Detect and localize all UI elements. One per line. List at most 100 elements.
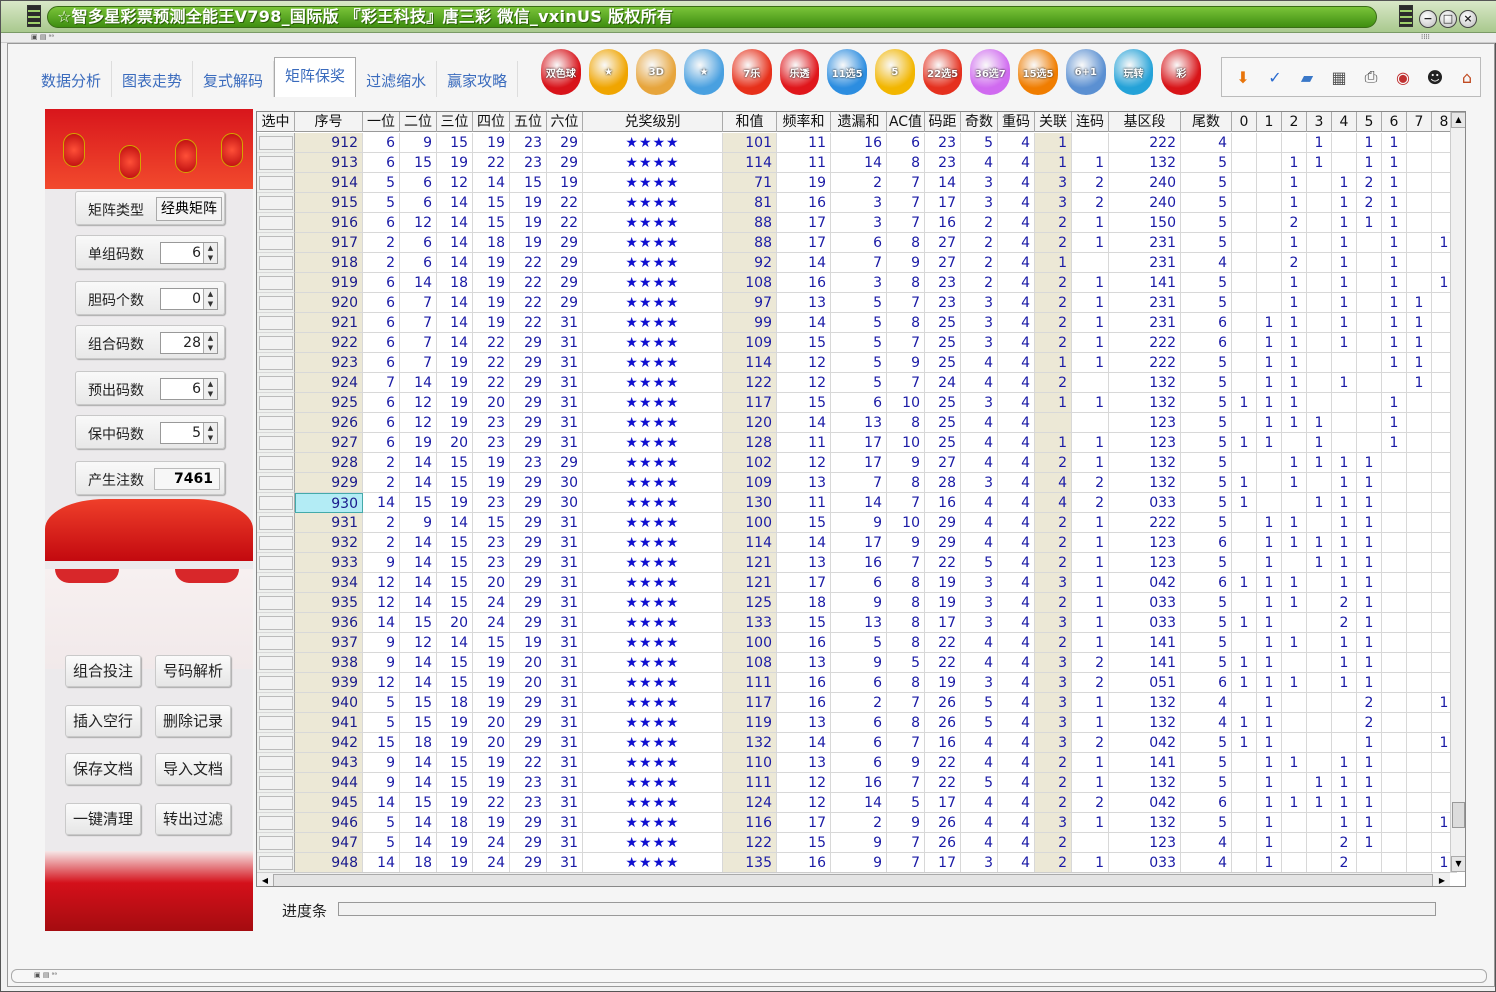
- seq-cell[interactable]: 942: [295, 733, 363, 753]
- col-header[interactable]: 六位: [547, 112, 583, 132]
- import-document-button[interactable]: 导入文档: [155, 753, 231, 785]
- select-cell[interactable]: [257, 153, 295, 173]
- select-cell[interactable]: [257, 393, 295, 413]
- select-cell[interactable]: [257, 353, 295, 373]
- save-folder-icon[interactable]: ▰: [1294, 64, 1320, 90]
- sub-toolbar-right[interactable]: ⁞⁞⁞⁞: [1421, 33, 1430, 41]
- seq-cell[interactable]: 920: [295, 293, 363, 313]
- seq-cell[interactable]: 934: [295, 573, 363, 593]
- scroll-left-icon[interactable]: ◀: [257, 873, 273, 886]
- select-cell[interactable]: [257, 713, 295, 733]
- table-row[interactable]: 933 9 14 15 23 29 31 ★★★★ 121 13 16 7 22 5 4 2 1 123 5 1 1 1 1: [257, 553, 1457, 573]
- table-row[interactable]: 915 5 6 14 15 19 22 ★★★★ 81 16 3 7 17 3 4 3 2 240 5 1 1 2 1: [257, 193, 1457, 213]
- select-checkbox[interactable]: [258, 316, 293, 330]
- select-cell[interactable]: [257, 693, 295, 713]
- select-checkbox[interactable]: [258, 616, 293, 630]
- table-row[interactable]: 912 6 9 15 19 23 29 ★★★★ 101 11 16 6 23 5 4 1 222 4 1 1 1: [257, 133, 1457, 153]
- col-header[interactable]: AC值: [887, 112, 925, 132]
- select-cell[interactable]: [257, 573, 295, 593]
- seq-cell[interactable]: 926: [295, 413, 363, 433]
- table-row[interactable]: 928 2 14 15 19 23 29 ★★★★ 102 12 17 9 27 4 4 2 1 132 5 1 1 1 1: [257, 453, 1457, 473]
- col-header[interactable]: 关联: [1035, 112, 1072, 132]
- seq-cell[interactable]: 923: [295, 353, 363, 373]
- table-row[interactable]: 931 2 9 14 15 29 31 ★★★★ 100 15 9 10 29 4 4 2 1 222 5 1 1 1 1: [257, 513, 1457, 533]
- select-checkbox[interactable]: [258, 376, 293, 390]
- table-row[interactable]: 923 6 7 19 22 29 31 ★★★★ 114 12 5 9 25 4 4 1 1 222 5 1 1 1 1: [257, 353, 1457, 373]
- group-count-stepper[interactable]: 6 ▲ ▼: [160, 242, 218, 264]
- table-row[interactable]: 922 6 7 14 22 29 31 ★★★★ 109 15 5 7 25 3 4 2 1 222 6 1 1 1 1 1: [257, 333, 1457, 353]
- qixingcai-icon[interactable]: ★: [588, 49, 629, 95]
- scroll-right-icon[interactable]: ▶: [1434, 873, 1450, 886]
- col-header[interactable]: 连码: [1072, 112, 1109, 132]
- extra-icon[interactable]: 彩: [1161, 49, 1202, 95]
- tab-1[interactable]: 数据分析: [31, 61, 113, 97]
- col-header[interactable]: 四位: [473, 112, 510, 132]
- scroll-down-icon[interactable]: ▼: [1451, 856, 1465, 872]
- qilecai-icon[interactable]: 7乐: [731, 49, 772, 95]
- seq-cell[interactable]: 918: [295, 253, 363, 273]
- seq-cell[interactable]: 935: [295, 593, 363, 613]
- 36xuan7-icon[interactable]: 36选7: [970, 49, 1011, 95]
- 15xuan5-icon[interactable]: 15选5: [1018, 49, 1058, 95]
- save-document-button[interactable]: 保存文档: [65, 753, 141, 785]
- col-header[interactable]: 和值: [723, 112, 777, 132]
- select-checkbox[interactable]: [258, 196, 293, 210]
- select-cell[interactable]: [257, 793, 295, 813]
- col-header[interactable]: 基区段: [1109, 112, 1181, 132]
- col-header[interactable]: 码距: [925, 112, 961, 132]
- col-header[interactable]: 序号: [295, 112, 363, 132]
- table-row[interactable]: 940 5 15 18 19 29 31 ★★★★ 117 16 2 7 26 5 4 3 1 132 4 1 2 1: [257, 693, 1457, 713]
- table-row[interactable]: 936 14 15 20 24 29 31 ★★★★ 133 15 13 8 17 3 4 3 1 033 5 1 1 2…: [257, 613, 1457, 633]
- table-row[interactable]: 924 7 14 19 22 29 31 ★★★★ 122 12 5 7 24 4 4 2 132 5 1 1 1 1: [257, 373, 1457, 393]
- col-header[interactable]: 6: [1382, 112, 1407, 132]
- seq-cell[interactable]: 922: [295, 333, 363, 353]
- seq-cell[interactable]: 940: [295, 693, 363, 713]
- tab-6[interactable]: 赢家攻略: [437, 61, 519, 97]
- table-row[interactable]: 917 2 6 14 18 19 29 ★★★★ 88 17 6 8 27 2 4 2 1 231 5 1 1 1 1: [257, 233, 1457, 253]
- select-checkbox[interactable]: [258, 836, 293, 850]
- col-header[interactable]: 选中: [257, 112, 295, 132]
- select-cell[interactable]: [257, 593, 295, 613]
- seq-cell[interactable]: 917: [295, 233, 363, 253]
- table-row[interactable]: 920 6 7 14 19 22 29 ★★★★ 97 13 5 7 23 3 4 2 1 231 5 1 1 1 1: [257, 293, 1457, 313]
- col-header[interactable]: 2: [1282, 112, 1307, 132]
- shuangseqiu-icon[interactable]: 双色球: [541, 49, 581, 95]
- select-cell[interactable]: [257, 833, 295, 853]
- select-cell[interactable]: [257, 453, 295, 473]
- select-cell[interactable]: [257, 853, 295, 873]
- close-button[interactable]: ×: [1459, 10, 1477, 28]
- horizontal-scroll-thumb[interactable]: [273, 874, 1433, 886]
- spin-arrows-icon[interactable]: ▲ ▼: [203, 333, 217, 353]
- spin-arrows-icon[interactable]: ▲ ▼: [203, 289, 217, 309]
- col-header[interactable]: 遗漏和: [831, 112, 887, 132]
- select-checkbox[interactable]: [258, 356, 293, 370]
- table-row[interactable]: 934 12 14 15 20 29 31 ★★★★ 121 17 6 8 19 3 4 3 1 042 6 1 1 1 1…: [257, 573, 1457, 593]
- select-cell[interactable]: [257, 653, 295, 673]
- seq-cell[interactable]: 915: [295, 193, 363, 213]
- select-checkbox[interactable]: [258, 456, 293, 470]
- col-header[interactable]: 兑奖级别: [583, 112, 723, 132]
- 11xuan5-icon[interactable]: 11选5: [827, 49, 868, 95]
- matrix-result-grid[interactable]: 选中 序号 一位 二位 三位 四位 五位 六位 兑奖级别 和值 频率和 遗漏和 AC值 码距 奇数 重码 关联连…: [256, 111, 1466, 887]
- calculator-icon[interactable]: ▦: [1326, 64, 1352, 90]
- select-cell[interactable]: [257, 633, 295, 653]
- spin-arrows-icon[interactable]: ▲ ▼: [203, 243, 217, 263]
- select-cell[interactable]: [257, 533, 295, 553]
- select-cell[interactable]: [257, 473, 295, 493]
- seq-cell[interactable]: 925: [295, 393, 363, 413]
- seq-cell[interactable]: 914: [295, 173, 363, 193]
- table-row[interactable]: 929 2 14 15 19 29 30 ★★★★ 109 13 7 8 28 3 4 4 2 132 5 1 1 1 1: [257, 473, 1457, 493]
- select-cell[interactable]: [257, 193, 295, 213]
- matrix-type-select[interactable]: 经典矩阵: [156, 197, 222, 221]
- seq-cell[interactable]: 948: [295, 853, 363, 873]
- seq-cell[interactable]: 945: [295, 793, 363, 813]
- select-cell[interactable]: [257, 813, 295, 833]
- table-row[interactable]: 932 2 14 15 23 29 31 ★★★★ 114 14 17 9 29 4 4 2 1 123 6 1 1 1 1…: [257, 533, 1457, 553]
- select-cell[interactable]: [257, 373, 295, 393]
- tab-2[interactable]: 图表走势: [112, 61, 194, 97]
- select-checkbox[interactable]: [258, 736, 293, 750]
- col-header[interactable]: 频率和: [777, 112, 831, 132]
- seq-cell[interactable]: 941: [295, 713, 363, 733]
- table-row[interactable]: 921 6 7 14 19 22 31 ★★★★ 99 14 5 8 25 3 4 2 1 231 6 1 1 1 1 1: [257, 313, 1457, 333]
- table-row[interactable]: 944 9 14 15 19 23 31 ★★★★ 111 12 16 7 22 5 4 2 1 132 5 1 1 1 1: [257, 773, 1457, 793]
